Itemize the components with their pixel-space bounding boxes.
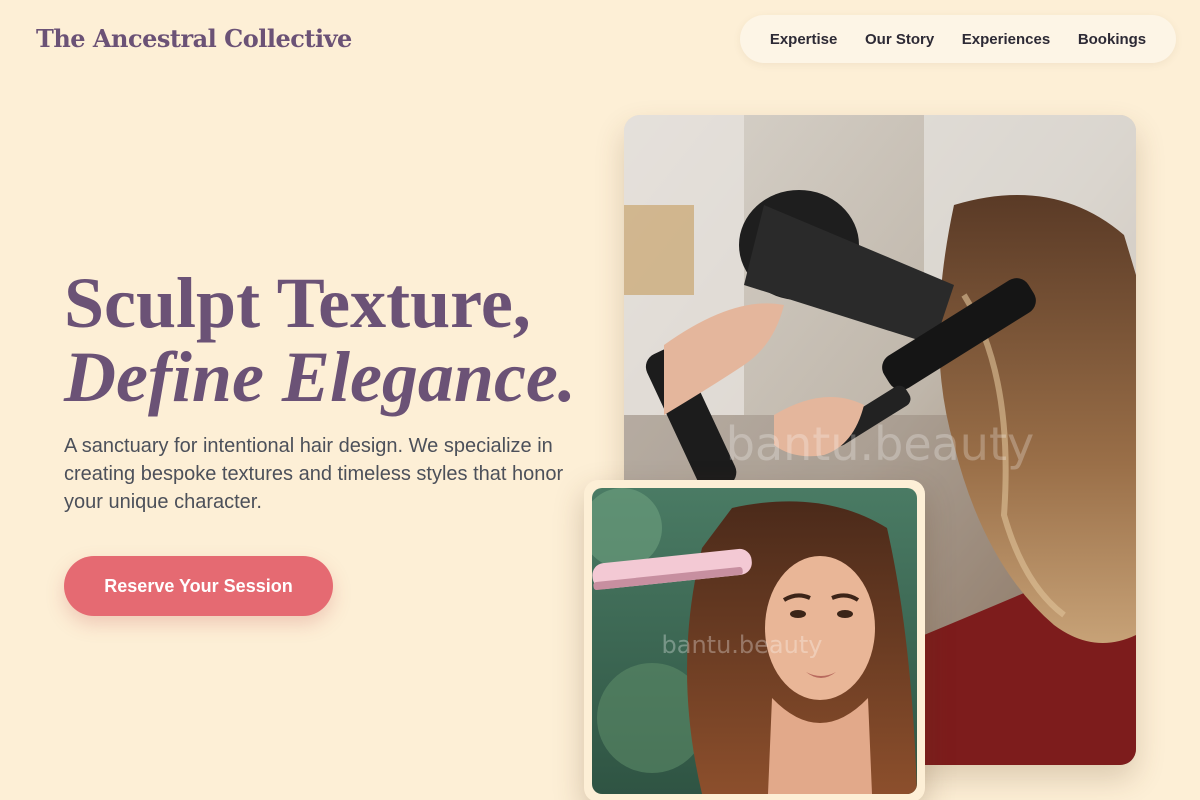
main-photo-watermark: bantu.beauty bbox=[726, 417, 1034, 471]
hero-photo-inset-frame: bantu.beauty bbox=[584, 480, 925, 800]
nav-item-expertise[interactable]: Expertise bbox=[770, 31, 838, 48]
headline-line-2: Define Elegance. bbox=[64, 337, 576, 417]
inset-photo-watermark: bantu.beauty bbox=[662, 631, 823, 659]
brand-logo[interactable]: The Ancestral Collective bbox=[36, 24, 352, 53]
hero-photo-straightener: bantu.beauty bbox=[592, 488, 917, 794]
nav-item-our-story[interactable]: Our Story bbox=[865, 31, 934, 48]
headline-line-1: Sculpt Texture, bbox=[64, 263, 531, 343]
nav-item-bookings[interactable]: Bookings bbox=[1078, 31, 1146, 48]
hero-headline: Sculpt Texture, Define Elegance. bbox=[64, 266, 576, 414]
main-nav: Expertise Our Story Experiences Bookings bbox=[740, 15, 1176, 63]
nav-item-experiences[interactable]: Experiences bbox=[962, 31, 1050, 48]
hero-description: A sanctuary for intentional hair design.… bbox=[64, 435, 564, 513]
reserve-session-button[interactable]: Reserve Your Session bbox=[64, 556, 333, 616]
